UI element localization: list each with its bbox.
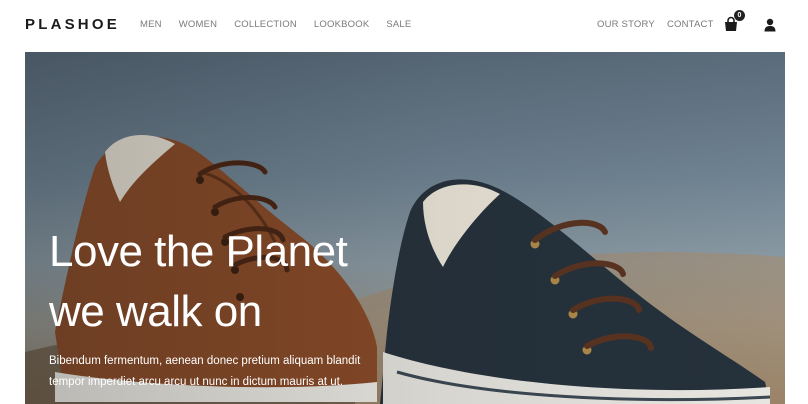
nav-item-our-story[interactable]: OUR STORY (597, 19, 655, 30)
secondary-nav: OUR STORY CONTACT (597, 19, 726, 30)
nav-item-men[interactable]: MEN (140, 19, 162, 30)
hero-description: Bibendum fermentum, aenean donec pretium… (49, 355, 361, 388)
hero-title-line-2: we walk on (49, 287, 262, 336)
hero-banner: Love the Planet we walk on Bibendum ferm… (25, 52, 785, 404)
primary-nav: MEN WOMEN COLLECTION LOOKBOOK SALE (140, 19, 428, 30)
nav-item-lookbook[interactable]: LOOKBOOK (314, 19, 369, 30)
site-header: PLASHOE MEN WOMEN COLLECTION LOOKBOOK SA… (0, 0, 808, 52)
nav-item-women[interactable]: WOMEN (179, 19, 217, 30)
hero-title-line-1: Love the Planet (49, 227, 348, 276)
cart-count-badge: 0 (734, 10, 745, 21)
nav-item-sale[interactable]: SALE (386, 19, 411, 30)
hero-title: Love the Planet we walk on (49, 222, 469, 342)
user-icon[interactable] (764, 18, 776, 32)
nav-item-collection[interactable]: COLLECTION (234, 19, 297, 30)
nav-item-contact[interactable]: CONTACT (667, 19, 714, 30)
brand-logo[interactable]: PLASHOE (25, 16, 120, 33)
